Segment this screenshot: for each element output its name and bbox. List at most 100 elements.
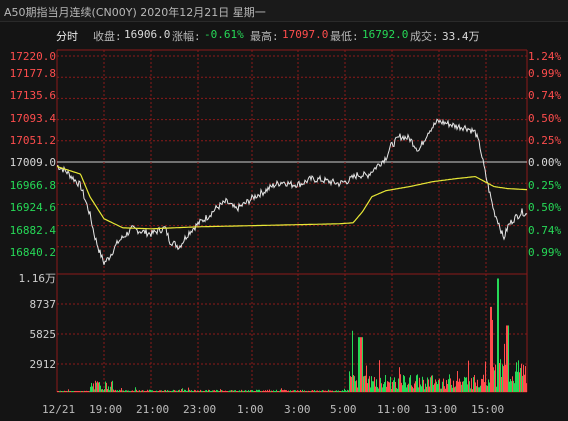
- volume-bar: [214, 390, 215, 392]
- volume-bar: [134, 390, 135, 392]
- volume-bar: [227, 391, 228, 392]
- volume-bar: [355, 381, 356, 392]
- close-label: 收盘:: [93, 30, 122, 43]
- volume-bar: [220, 389, 221, 392]
- volume-bar: [435, 379, 436, 392]
- volume-bar: [176, 390, 177, 392]
- price-axis-left: 17220.0 17177.8 17135.6 17093.4 17051.2 …: [0, 0, 56, 421]
- volume-bar: [314, 390, 315, 392]
- pct-tick-5: 0.00%: [528, 156, 562, 169]
- volume-bar: [475, 382, 476, 392]
- volume-bar: [144, 391, 145, 392]
- volume-bar: [226, 391, 227, 392]
- volume-bar: [476, 386, 477, 392]
- volume-bar: [149, 389, 150, 392]
- volume-bar: [250, 390, 251, 392]
- volume-bar: [60, 390, 61, 392]
- volume-bar: [455, 386, 456, 392]
- volume-bar: [206, 390, 207, 392]
- volume-bar: [400, 374, 401, 392]
- volume-bar: [403, 374, 404, 392]
- volume-bar: [353, 375, 354, 392]
- volume-bar: [179, 389, 180, 392]
- volume-bar: [136, 389, 137, 392]
- volume-bar: [161, 390, 162, 392]
- volume-bar: [324, 390, 325, 392]
- volume-bar: [235, 390, 236, 392]
- volume-bar: [230, 390, 231, 392]
- volume-bar: [285, 390, 286, 392]
- volume-bar: [271, 390, 272, 392]
- volume-bar: [350, 376, 351, 392]
- volume-bar: [163, 391, 164, 392]
- volume-bar: [299, 391, 300, 392]
- volume-bar: [224, 391, 225, 392]
- price-tick-2: 17135.6: [9, 89, 56, 102]
- volume-bar: [72, 391, 73, 392]
- volume-bar: [242, 390, 243, 392]
- volume-bar: [281, 388, 282, 392]
- volume-bar: [337, 391, 338, 392]
- volume-bar: [401, 382, 402, 392]
- chart-window: A50期指当月连续(CN00Y) 2020年12月21日 星期一 分时 收盘: …: [0, 0, 568, 421]
- volume-bar: [457, 371, 458, 392]
- pct-tick-7: 0.50%: [528, 201, 562, 214]
- volume-bar: [158, 391, 159, 392]
- volume-bar: [243, 391, 244, 392]
- volume-bar: [340, 391, 341, 392]
- time-tick-1: 19:00: [89, 403, 123, 416]
- volume-bar: [256, 389, 257, 392]
- volume-bar: [85, 391, 86, 392]
- volume-bar: [347, 389, 348, 392]
- volume-bar: [368, 378, 369, 392]
- volume-bar: [283, 390, 284, 392]
- volume-bar: [370, 387, 371, 392]
- volume-bar: [328, 389, 329, 392]
- volume-bar: [508, 325, 509, 392]
- volume-bar: [111, 381, 112, 392]
- volume-bar: [451, 384, 452, 392]
- volume-bar: [325, 390, 326, 392]
- volume-bar: [458, 381, 459, 392]
- volume-bar: [128, 390, 129, 392]
- volume-bar: [423, 379, 424, 392]
- volume-bar: [75, 390, 76, 392]
- volume-bar: [490, 306, 491, 392]
- volume-bar: [449, 374, 450, 392]
- volume-bar: [229, 390, 230, 392]
- volume-bar: [513, 380, 514, 392]
- volume-bar: [262, 391, 263, 392]
- high-label: 最高:: [250, 30, 279, 43]
- volume-bar: [363, 376, 364, 392]
- volume-bar: [270, 391, 271, 392]
- volume-bar: [367, 383, 368, 392]
- volume-bar: [493, 367, 494, 392]
- tab-intraday[interactable]: 分时: [56, 28, 78, 44]
- volume-bar: [394, 377, 395, 392]
- volume-bar: [295, 390, 296, 392]
- volume-bar: [119, 389, 120, 392]
- volume-bar: [336, 390, 337, 392]
- volume-bar: [501, 377, 502, 392]
- volume-bar: [433, 385, 434, 392]
- volume-bar: [510, 379, 511, 392]
- volume-bar: [362, 337, 363, 392]
- volume-bar: [84, 390, 85, 392]
- volume-bar: [426, 386, 427, 392]
- price-line: [56, 118, 528, 265]
- volume-bar: [81, 391, 82, 392]
- volume-bar: [499, 363, 500, 392]
- volume-bar: [371, 376, 372, 392]
- volume-bar: [484, 382, 485, 392]
- volume-bar: [418, 387, 419, 392]
- volume-bar: [330, 390, 331, 392]
- volume-bar: [519, 372, 520, 392]
- price-tick-5: 17009.0: [9, 156, 56, 169]
- volume-bar: [284, 389, 285, 392]
- volume-bar: [183, 391, 184, 392]
- price-tick-1: 17177.8: [9, 67, 56, 80]
- volume-bar: [177, 390, 178, 392]
- volume-bar: [467, 384, 468, 392]
- time-tick-5: 3:00: [284, 403, 311, 416]
- chart-grid: [56, 49, 528, 393]
